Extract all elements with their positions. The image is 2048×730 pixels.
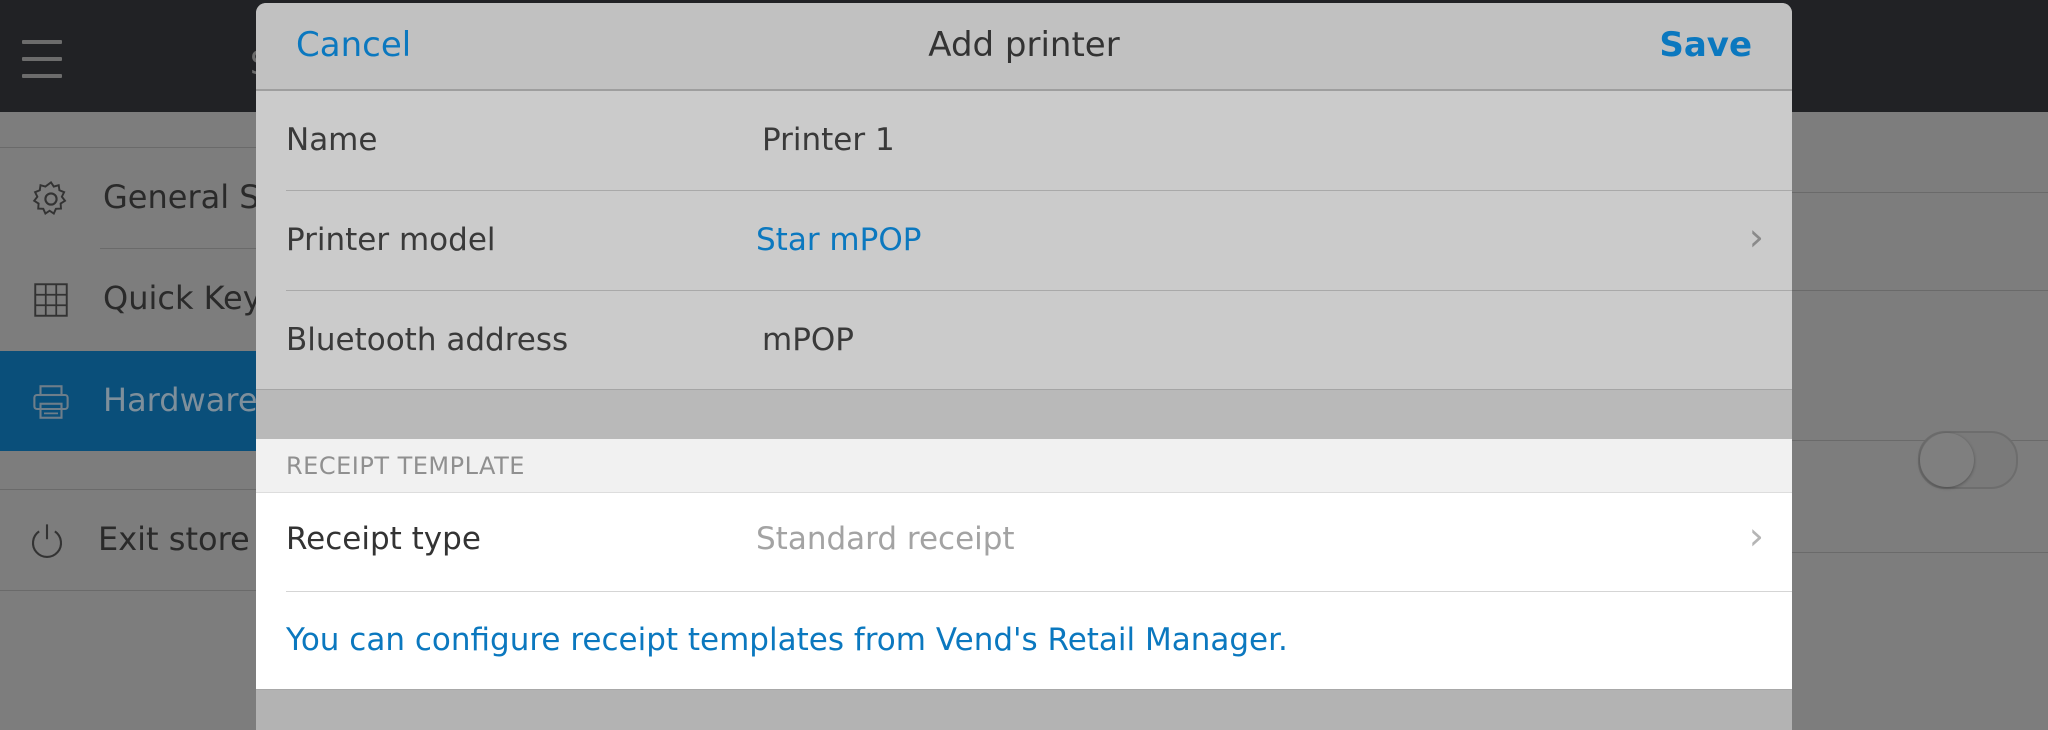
- background-toggle-switch[interactable]: [1918, 431, 2018, 489]
- grid-icon: [34, 283, 68, 317]
- toggle-knob: [1920, 433, 1974, 487]
- modal-bottom-area: [256, 689, 1792, 730]
- printer-icon: [33, 385, 69, 419]
- printer-model-row[interactable]: Printer model Star mPOP ›: [256, 191, 1792, 290]
- retail-manager-link[interactable]: You can configure receipt templates from…: [286, 622, 1288, 658]
- chevron-right-icon: ›: [1748, 514, 1764, 558]
- sidebar-item-hardware[interactable]: Hardware: [0, 351, 300, 451]
- printer-model-value: Star mPOP: [756, 222, 922, 258]
- sidebar-item-quick-keys[interactable]: Quick Keys: [0, 249, 300, 349]
- name-label: Name: [286, 122, 378, 158]
- chevron-right-icon: ›: [1748, 215, 1764, 259]
- section-gap: [256, 389, 1792, 440]
- sidebar-item-general-settings[interactable]: General Settings: [0, 148, 371, 248]
- gear-icon: [32, 180, 67, 215]
- bluetooth-address-input[interactable]: mPOP: [762, 322, 854, 358]
- divider: [0, 590, 300, 591]
- sidebar-item-label: Exit store: [98, 520, 250, 558]
- section-header: RECEIPT TEMPLATE: [256, 439, 1792, 493]
- section-header-label: RECEIPT TEMPLATE: [286, 452, 525, 480]
- power-icon: [32, 524, 62, 558]
- row-divider: [286, 591, 1792, 592]
- sidebar-item-label: Quick Keys: [103, 279, 279, 317]
- divider: [1792, 192, 2048, 193]
- bluetooth-address-label: Bluetooth address: [286, 322, 569, 358]
- hamburger-icon[interactable]: [22, 40, 62, 78]
- sidebar-item-exit-store[interactable]: Exit store: [0, 490, 300, 590]
- save-button[interactable]: Save: [1659, 25, 1752, 65]
- modal-title: Add printer: [928, 25, 1120, 65]
- receipt-template-section: RECEIPT TEMPLATE Receipt type Standard r…: [256, 439, 1792, 689]
- divider: [1792, 290, 2048, 291]
- receipt-type-row[interactable]: Receipt type Standard receipt ›: [256, 492, 1792, 591]
- printer-model-label: Printer model: [286, 222, 496, 258]
- name-field-row[interactable]: Name Printer 1: [256, 91, 1792, 190]
- bluetooth-address-row[interactable]: Bluetooth address mPOP: [256, 291, 1792, 390]
- name-input[interactable]: Printer 1: [762, 122, 895, 158]
- modal-header: Cancel Add printer Save: [256, 3, 1792, 91]
- receipt-type-label: Receipt type: [286, 521, 481, 557]
- add-printer-modal: Cancel Add printer Save Name Printer 1 P…: [256, 3, 1792, 730]
- printer-fields: Name Printer 1 Printer model Star mPOP ›…: [256, 91, 1792, 389]
- divider: [1792, 552, 2048, 553]
- sidebar-item-label: Hardware: [103, 381, 258, 419]
- receipt-type-value: Standard receipt: [756, 521, 1015, 557]
